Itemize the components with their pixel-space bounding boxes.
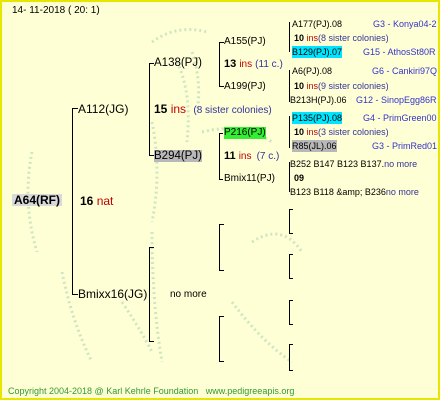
g4-row-11: 09 xyxy=(294,172,304,184)
fm-inseminated: 11 ins (7 c.) xyxy=(224,150,279,163)
mother-bracket-top xyxy=(149,247,154,248)
g4-row-9-code: G3 - PrimRed01 xyxy=(372,141,438,151)
ff-bracket-line xyxy=(219,42,220,86)
father-ins-label: ins xyxy=(170,102,187,116)
g4-bracket-top-5 xyxy=(289,209,293,210)
pedigree-watermark xyxy=(26,28,304,364)
g4-bracket-line-7 xyxy=(289,300,290,324)
father-inseminated: 15 ins (8 sister colonies) xyxy=(154,103,272,117)
g4-row-6-code: G12 - SinopEgg86R xyxy=(356,95,437,105)
g4-bracket-top-6 xyxy=(289,254,293,255)
g4-row-2: 10 ins(8 sister colonies) xyxy=(294,32,389,44)
g4-bracket-top-8 xyxy=(289,344,293,345)
mm-bracket-top xyxy=(219,316,224,317)
g4-row-8: 10 ins(3 sister colonies) xyxy=(294,126,389,138)
g4-row-11-count: 09 xyxy=(294,173,305,183)
g4-row-10-text: B252 B147 B123 B137. xyxy=(290,159,385,169)
g4-row-5-note: (9 sister colonies) xyxy=(318,81,389,91)
g4-bracket-line-8 xyxy=(289,344,290,370)
ff-name[interactable]: A138(PJ) xyxy=(154,57,202,69)
g4-row-9-name[interactable]: R85(JL).06 xyxy=(292,140,337,152)
root-ins-label: nat xyxy=(96,194,114,208)
footer-copyright-text: Copyright 2004-2018 @ Karl Kehrle Founda… xyxy=(8,386,199,396)
fm-bracket-top xyxy=(219,133,223,134)
root-bracket-line xyxy=(72,108,73,294)
root-ins-count: 16 xyxy=(80,194,94,208)
mm-bracket-bottom xyxy=(219,361,224,362)
g4-bracket-top-7 xyxy=(289,300,293,301)
g4-row-10-note: no more xyxy=(384,159,418,169)
g4-row-2-label: ins xyxy=(306,33,319,43)
g4-row-4-code: G6 - Cankiri97Q xyxy=(372,66,438,76)
mf-bracket-bottom xyxy=(219,270,224,271)
mother-bracket-bottom xyxy=(149,341,154,342)
mother-no-more: no more xyxy=(170,289,207,300)
mother-name[interactable]: Bmixx16(JG) xyxy=(78,288,147,300)
fm-ins-count: 11 xyxy=(224,150,236,162)
g4-row-8-note: (3 sister colonies) xyxy=(318,127,389,137)
g4-row-2-count: 10 xyxy=(294,33,305,43)
pedigree-date: 14- 11-2018 ( 20: 1) xyxy=(12,5,100,16)
pedigree-frame: 14- 11-2018 ( 20: 1) A64(RF) 16 nat A112… xyxy=(0,0,440,400)
g4-row-12-note: no more xyxy=(385,187,419,197)
footer-copyright: Copyright 2004-2018 @ Karl Kehrle Founda… xyxy=(8,385,294,397)
ff-colonies: (11 c.) xyxy=(255,59,283,70)
fm-bracket-line xyxy=(219,133,220,179)
g4-row-2-note: (8 sister colonies) xyxy=(318,33,389,43)
g4-row-7-name[interactable]: P135(PJ).08 xyxy=(292,112,343,124)
g4-bracket-bottom-8 xyxy=(289,370,293,371)
g4-row-12-text: B123 B118 &amp; B236 xyxy=(290,187,386,197)
g4-row-5-count: 10 xyxy=(294,81,305,91)
fm-colonies: (7 c.) xyxy=(256,151,280,162)
g4-row-8-count: 10 xyxy=(294,127,305,137)
fm-name[interactable]: B294(PJ) xyxy=(154,150,202,162)
fff-name[interactable]: A155(PJ) xyxy=(224,36,266,48)
g4-bracket-bottom-6 xyxy=(289,278,293,279)
g4-row-10: B252 B147 B123 B137.no more xyxy=(290,158,417,170)
g4-row-3-name[interactable]: B129(PJ).07 xyxy=(292,46,343,58)
g4-bracket-line-6 xyxy=(289,254,290,278)
fmm-name[interactable]: Bmix11(PJ) xyxy=(224,173,275,185)
g4-row-8-label: ins xyxy=(306,127,319,137)
g4-bracket-line-5 xyxy=(289,209,290,233)
mf-bracket-line xyxy=(219,224,220,270)
father-ins-count: 15 xyxy=(154,102,168,116)
g4-row-5: 10 ins(9 sister colonies) xyxy=(294,80,389,92)
g4-row-4-name[interactable]: A6(PJ).08 xyxy=(292,65,332,77)
g4-row-7-code: G4 - PrimGreen00 xyxy=(363,113,437,123)
fm-ins-label: ins xyxy=(238,151,252,162)
father-name[interactable]: A112(JG) xyxy=(78,103,128,115)
ff-ins-count: 13 xyxy=(224,58,237,70)
father-bracket-line xyxy=(149,63,150,155)
ffm-name[interactable]: A199(PJ) xyxy=(224,81,266,93)
father-sister-colonies: (8 sister colonies) xyxy=(193,105,272,116)
g4-bracket-line-3 xyxy=(289,116,290,148)
g4-row-3-code: G15 - AthosSt80R xyxy=(363,47,436,57)
g4-row-1-name[interactable]: A177(PJ).08 xyxy=(292,18,342,30)
g4-row-6-name[interactable]: B213H(PJ).06 xyxy=(290,94,347,106)
g4-bracket-bottom-5 xyxy=(289,233,293,234)
fmf-name[interactable]: P216(PJ) xyxy=(224,127,266,139)
root-queen-name[interactable]: A64(RF) xyxy=(12,194,63,206)
mf-bracket-top xyxy=(219,224,224,225)
ff-ins-label: ins xyxy=(239,59,253,70)
g4-bracket-bottom-7 xyxy=(289,324,293,325)
root-inseminated: 16 nat xyxy=(80,195,113,207)
ff-inseminated: 13 ins (11 c.) xyxy=(224,58,283,71)
mm-bracket-line xyxy=(219,316,220,361)
footer-website[interactable]: www.pedigreeapis.org xyxy=(206,386,295,396)
mother-bracket-line xyxy=(149,247,150,341)
g4-row-12: B123 B118 &amp; B236no more xyxy=(290,186,419,198)
g4-row-5-label: ins xyxy=(306,81,319,91)
fm-bracket-bottom xyxy=(219,179,223,180)
g4-row-1-code: G3 - Konya04-2 xyxy=(373,19,437,29)
g4-bracket-line-1 xyxy=(289,22,290,52)
